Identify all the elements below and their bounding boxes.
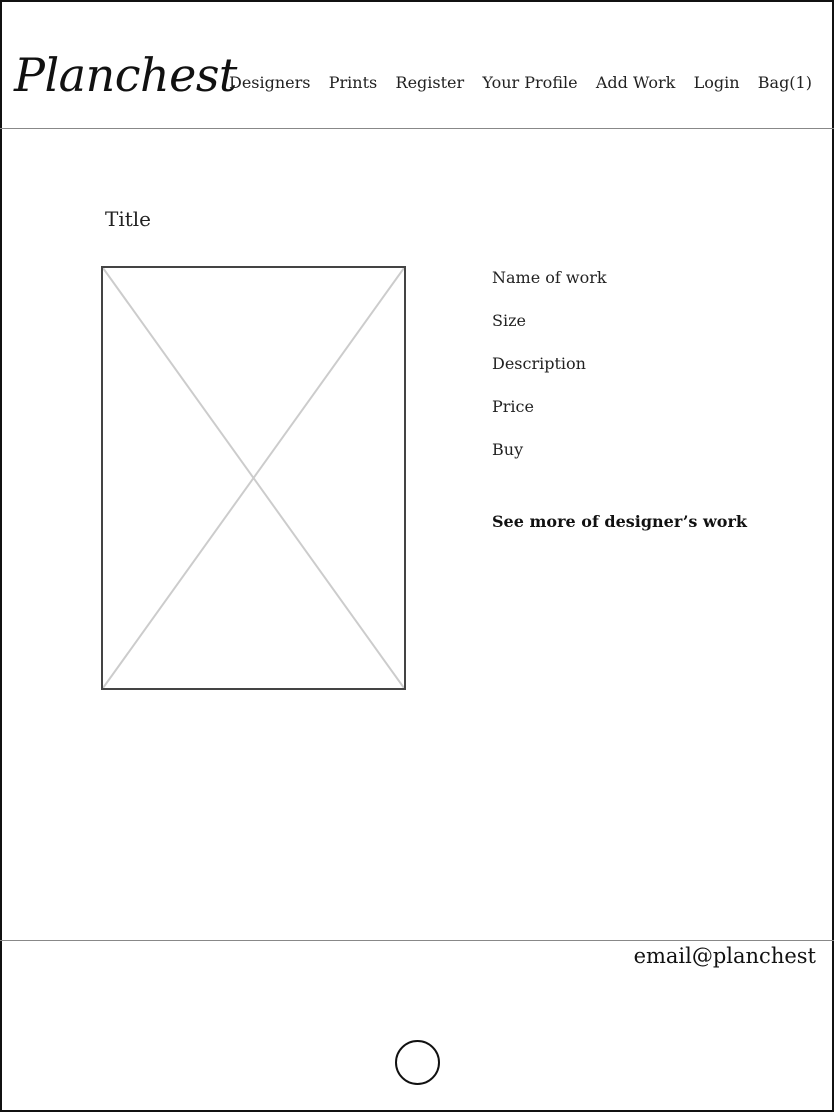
- site-header: Planchest Designers Prints Register Your…: [0, 0, 834, 129]
- nav-register[interactable]: Register: [396, 73, 465, 92]
- work-description: Description: [492, 354, 586, 373]
- artwork-image-placeholder: [101, 266, 406, 690]
- work-details: Name of work Size Description Price Buy …: [492, 268, 747, 531]
- work-price: Price: [492, 397, 534, 416]
- page-title: Title: [105, 207, 152, 231]
- nav-login[interactable]: Login: [694, 73, 740, 92]
- main-nav: Designers Prints Register Your Profile A…: [229, 73, 812, 92]
- footer-divider: [0, 940, 834, 941]
- placeholder-cross-icon: [103, 268, 404, 688]
- site-logo[interactable]: Planchest: [14, 52, 237, 98]
- work-size: Size: [492, 311, 526, 330]
- nav-add-work[interactable]: Add Work: [596, 73, 675, 92]
- nav-prints[interactable]: Prints: [329, 73, 377, 92]
- home-button[interactable]: [395, 1040, 440, 1085]
- nav-your-profile[interactable]: Your Profile: [482, 73, 577, 92]
- work-name: Name of work: [492, 268, 607, 287]
- nav-bag[interactable]: Bag(1): [758, 73, 812, 92]
- footer-email[interactable]: email@planchest: [634, 944, 816, 968]
- see-more-designer-link[interactable]: See more of designer’s work: [492, 512, 747, 531]
- buy-link[interactable]: Buy: [492, 440, 747, 483]
- nav-designers[interactable]: Designers: [229, 73, 311, 92]
